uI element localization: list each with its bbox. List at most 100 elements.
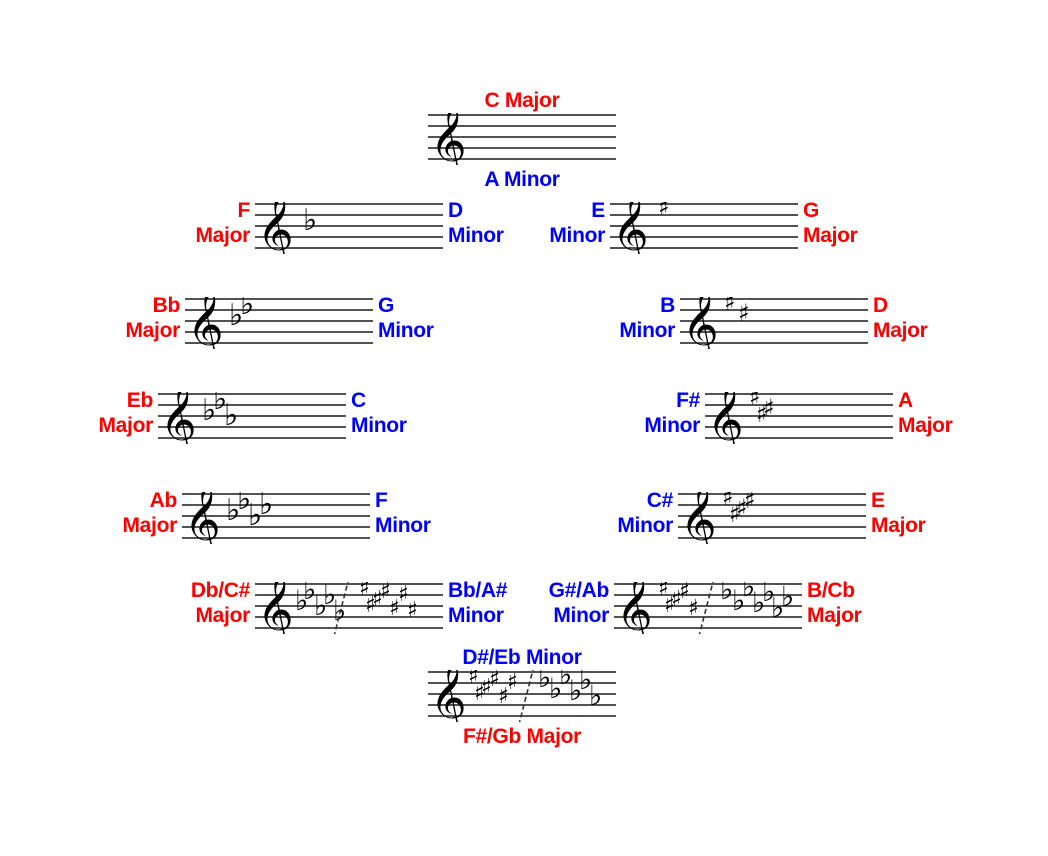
key-label-line2: Major — [898, 414, 953, 437]
key-label-line1: A Minor — [484, 168, 560, 191]
svg-text:𝄞: 𝄞 — [430, 670, 467, 722]
key-label-major-ab: Ab Major — [0, 488, 177, 538]
key-label-line2: Major — [873, 319, 928, 342]
key-label-major-c: C Major — [428, 88, 616, 113]
key-label-line2: Minor — [553, 604, 609, 627]
key-label-line2: Minor — [378, 319, 434, 342]
key-label-line2: Minor — [375, 514, 431, 537]
key-label-minor-ds-eb: D#/Eb Minor — [408, 645, 636, 670]
key-label-minor-fs: F# Minor — [555, 388, 700, 438]
svg-text:♯: ♯ — [474, 681, 485, 706]
staff-d-major: 𝄞 ♯ ♯ — [680, 297, 868, 349]
svg-text:♭: ♭ — [202, 393, 216, 428]
key-label-line1: Ab — [149, 489, 178, 512]
key-label-line2: Major — [122, 514, 177, 537]
staff-g-major: 𝄞 ♯ — [610, 202, 798, 254]
svg-text:♯: ♯ — [658, 202, 670, 221]
key-label-line1: C — [351, 389, 366, 412]
key-label-major-e: E Major — [871, 488, 1011, 538]
key-label-major-fs-gb: F#/Gb Major — [408, 724, 636, 749]
key-label-line1: C# — [646, 489, 674, 512]
staff-c-major: 𝄞 — [428, 113, 616, 165]
key-label-line1: F# — [676, 389, 700, 412]
svg-text:♭: ♭ — [259, 492, 273, 522]
key-label-line2: Major — [871, 514, 926, 537]
key-label-line1: B/Cb — [807, 579, 855, 602]
key-label-minor-a: A Minor — [428, 167, 616, 192]
svg-text:♯: ♯ — [365, 593, 376, 618]
svg-text:♯: ♯ — [756, 400, 768, 428]
key-label-line2: Major — [125, 319, 180, 342]
key-label-line1: G — [378, 294, 395, 317]
key-label-line1: F — [237, 199, 250, 222]
key-label-major-bb: Bb Major — [0, 293, 180, 343]
svg-text:♭: ♭ — [781, 582, 794, 613]
svg-text:𝄞: 𝄞 — [187, 297, 224, 349]
key-label-line1: E — [591, 199, 605, 222]
key-label-line2: Major — [195, 604, 250, 627]
key-label-minor-g: G Minor — [378, 293, 498, 343]
svg-text:𝄞: 𝄞 — [257, 582, 294, 634]
key-label-line2: Minor — [617, 514, 673, 537]
key-label-minor-f: F Minor — [375, 488, 495, 538]
key-label-major-f: F Major — [75, 198, 250, 248]
key-label-line1: D — [873, 294, 888, 317]
circle-of-fifths-diagram: C Major 𝄞 A Minor F Major 𝄞 ♭ D Minor E … — [0, 0, 1048, 856]
svg-text:♭: ♭ — [226, 493, 240, 528]
key-label-line2: Minor — [549, 224, 605, 247]
svg-text:𝄞: 𝄞 — [616, 582, 653, 634]
svg-text:♯: ♯ — [729, 500, 741, 528]
key-label-line1: G — [803, 199, 820, 222]
svg-text:♯: ♯ — [688, 596, 699, 621]
key-label-line2: Minor — [351, 414, 407, 437]
key-label-major-b-cb: B/Cb Major — [807, 578, 957, 628]
staff-b-cb-major: 𝄞 ♯ ♯ ♯ ♯ ♯ ♭ ♭ ♭ ♭ ♭ ♭ ♭ — [614, 582, 802, 634]
svg-text:♭: ♭ — [229, 298, 243, 333]
key-label-line2: Minor — [644, 414, 700, 437]
key-label-line2: Major — [803, 224, 858, 247]
staff-a-major: 𝄞 ♯ ♯ ♯ — [705, 392, 893, 444]
key-label-line1: B — [660, 294, 675, 317]
svg-text:♭: ♭ — [295, 584, 308, 617]
key-label-line1: D#/Eb Minor — [462, 646, 582, 669]
svg-text:♯: ♯ — [744, 492, 756, 514]
svg-text:𝄞: 𝄞 — [257, 202, 294, 254]
svg-text:♭: ♭ — [303, 203, 317, 238]
key-label-line2: Major — [807, 604, 862, 627]
svg-text:♭: ♭ — [333, 594, 346, 627]
svg-text:𝄞: 𝄞 — [612, 202, 649, 254]
key-label-line1: F#/Gb Major — [462, 725, 582, 748]
svg-text:♭: ♭ — [589, 679, 602, 712]
key-label-major-d: D Major — [873, 293, 1013, 343]
key-label-minor-b: B Minor — [545, 293, 675, 343]
key-label-line1: Bb — [152, 294, 181, 317]
svg-text:𝄞: 𝄞 — [680, 492, 717, 544]
staff-ab-major: 𝄞 ♭ ♭ ♭ ♭ — [182, 492, 370, 544]
svg-text:♯: ♯ — [407, 598, 418, 623]
key-label-major-g: G Major — [803, 198, 943, 248]
key-label-line1: Db/C# — [190, 579, 250, 602]
key-label-major-eb: Eb Major — [0, 388, 153, 438]
key-label-line2: Major — [98, 414, 153, 437]
svg-text:♯: ♯ — [664, 593, 675, 618]
key-label-line1: C Major — [484, 89, 560, 112]
key-label-major-a: A Major — [898, 388, 1038, 438]
staff-eb-major: 𝄞 ♭ ♭ ♭ — [158, 392, 346, 444]
key-label-major-db-cs: Db/C# Major — [80, 578, 250, 628]
svg-text:𝄞: 𝄞 — [160, 392, 197, 444]
svg-text:♯: ♯ — [724, 297, 736, 316]
staff-e-major: 𝄞 ♯ ♯ ♯ ♯ — [678, 492, 866, 544]
key-label-line2: Minor — [619, 319, 675, 342]
svg-text:𝄞: 𝄞 — [707, 392, 744, 444]
svg-text:♯: ♯ — [507, 670, 518, 695]
svg-text:♭: ♭ — [224, 398, 238, 433]
key-label-minor-cs: C# Minor — [528, 488, 673, 538]
key-label-line1: E — [871, 489, 885, 512]
svg-text:𝄞: 𝄞 — [184, 492, 221, 544]
key-label-minor-gs-ab: G#/Ab Minor — [524, 578, 610, 628]
key-label-line2: Major — [195, 224, 250, 247]
staff-db-cs-major: 𝄞 ♭ ♭ ♭ ♭ ♭ ♯ ♯ ♯ ♯ ♯ ♯ ♯ — [255, 582, 443, 634]
staff-f-major: 𝄞 ♭ — [255, 202, 443, 254]
svg-text:𝄞: 𝄞 — [430, 113, 467, 165]
key-label-line1: A — [898, 389, 913, 412]
